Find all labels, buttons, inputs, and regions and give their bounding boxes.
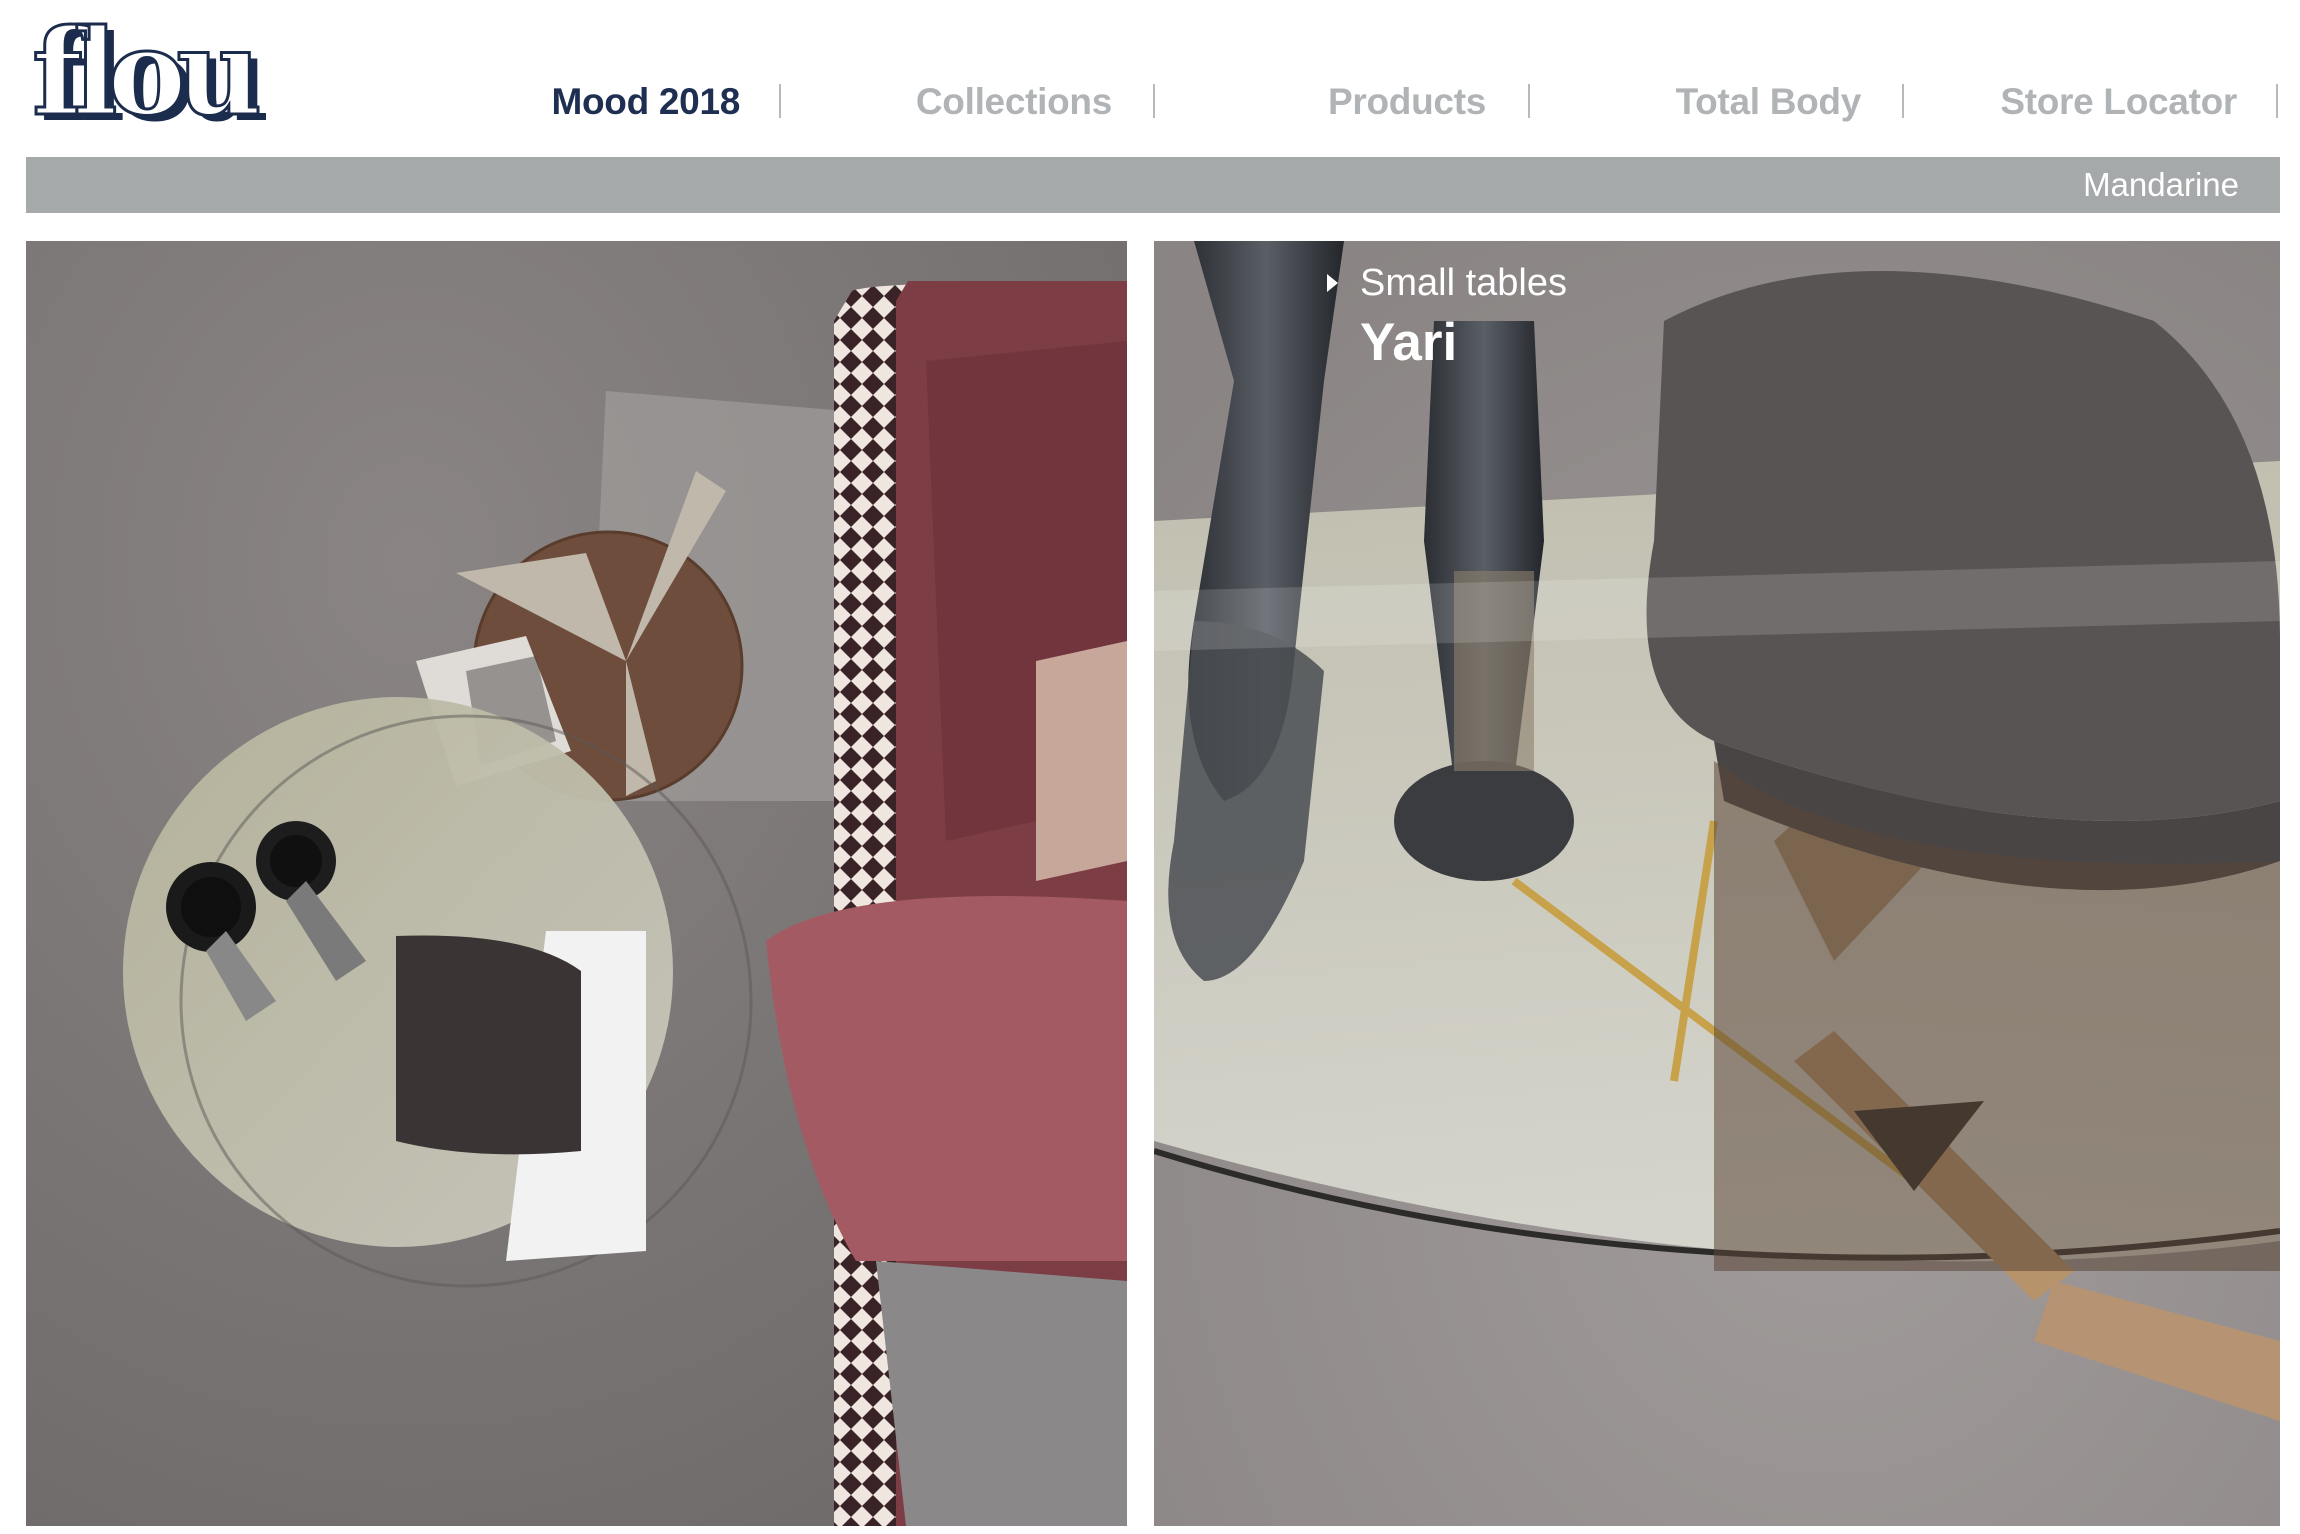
collection-bar: Mandarine xyxy=(26,157,2280,213)
nav-separator xyxy=(1902,84,1904,118)
nav-separator xyxy=(1528,84,1530,118)
nav-item-store-locator[interactable]: Store Locator xyxy=(1920,72,2237,132)
nav-item-collections[interactable]: Collections xyxy=(800,72,1112,132)
nav-separator xyxy=(779,84,781,118)
nav-item-mood-2018[interactable]: Mood 2018 xyxy=(430,72,740,132)
nav-item-products[interactable]: Products xyxy=(1180,72,1486,132)
product-category: Small tables xyxy=(1360,262,1567,304)
nav-separator xyxy=(1153,84,1155,118)
product-name: Yari xyxy=(1360,313,1458,372)
product-photo-detail[interactable] xyxy=(1154,241,2280,1526)
caret-right-icon xyxy=(1327,274,1338,292)
nav-item-total-body[interactable]: Total Body xyxy=(1560,72,1862,132)
nav-separator xyxy=(2276,84,2278,118)
flou-logo[interactable]: flou flou xyxy=(26,18,284,130)
collection-label[interactable]: Mandarine xyxy=(2083,157,2239,213)
product-photo-overview[interactable] xyxy=(26,241,1127,1526)
logo-text: flou xyxy=(32,18,258,130)
